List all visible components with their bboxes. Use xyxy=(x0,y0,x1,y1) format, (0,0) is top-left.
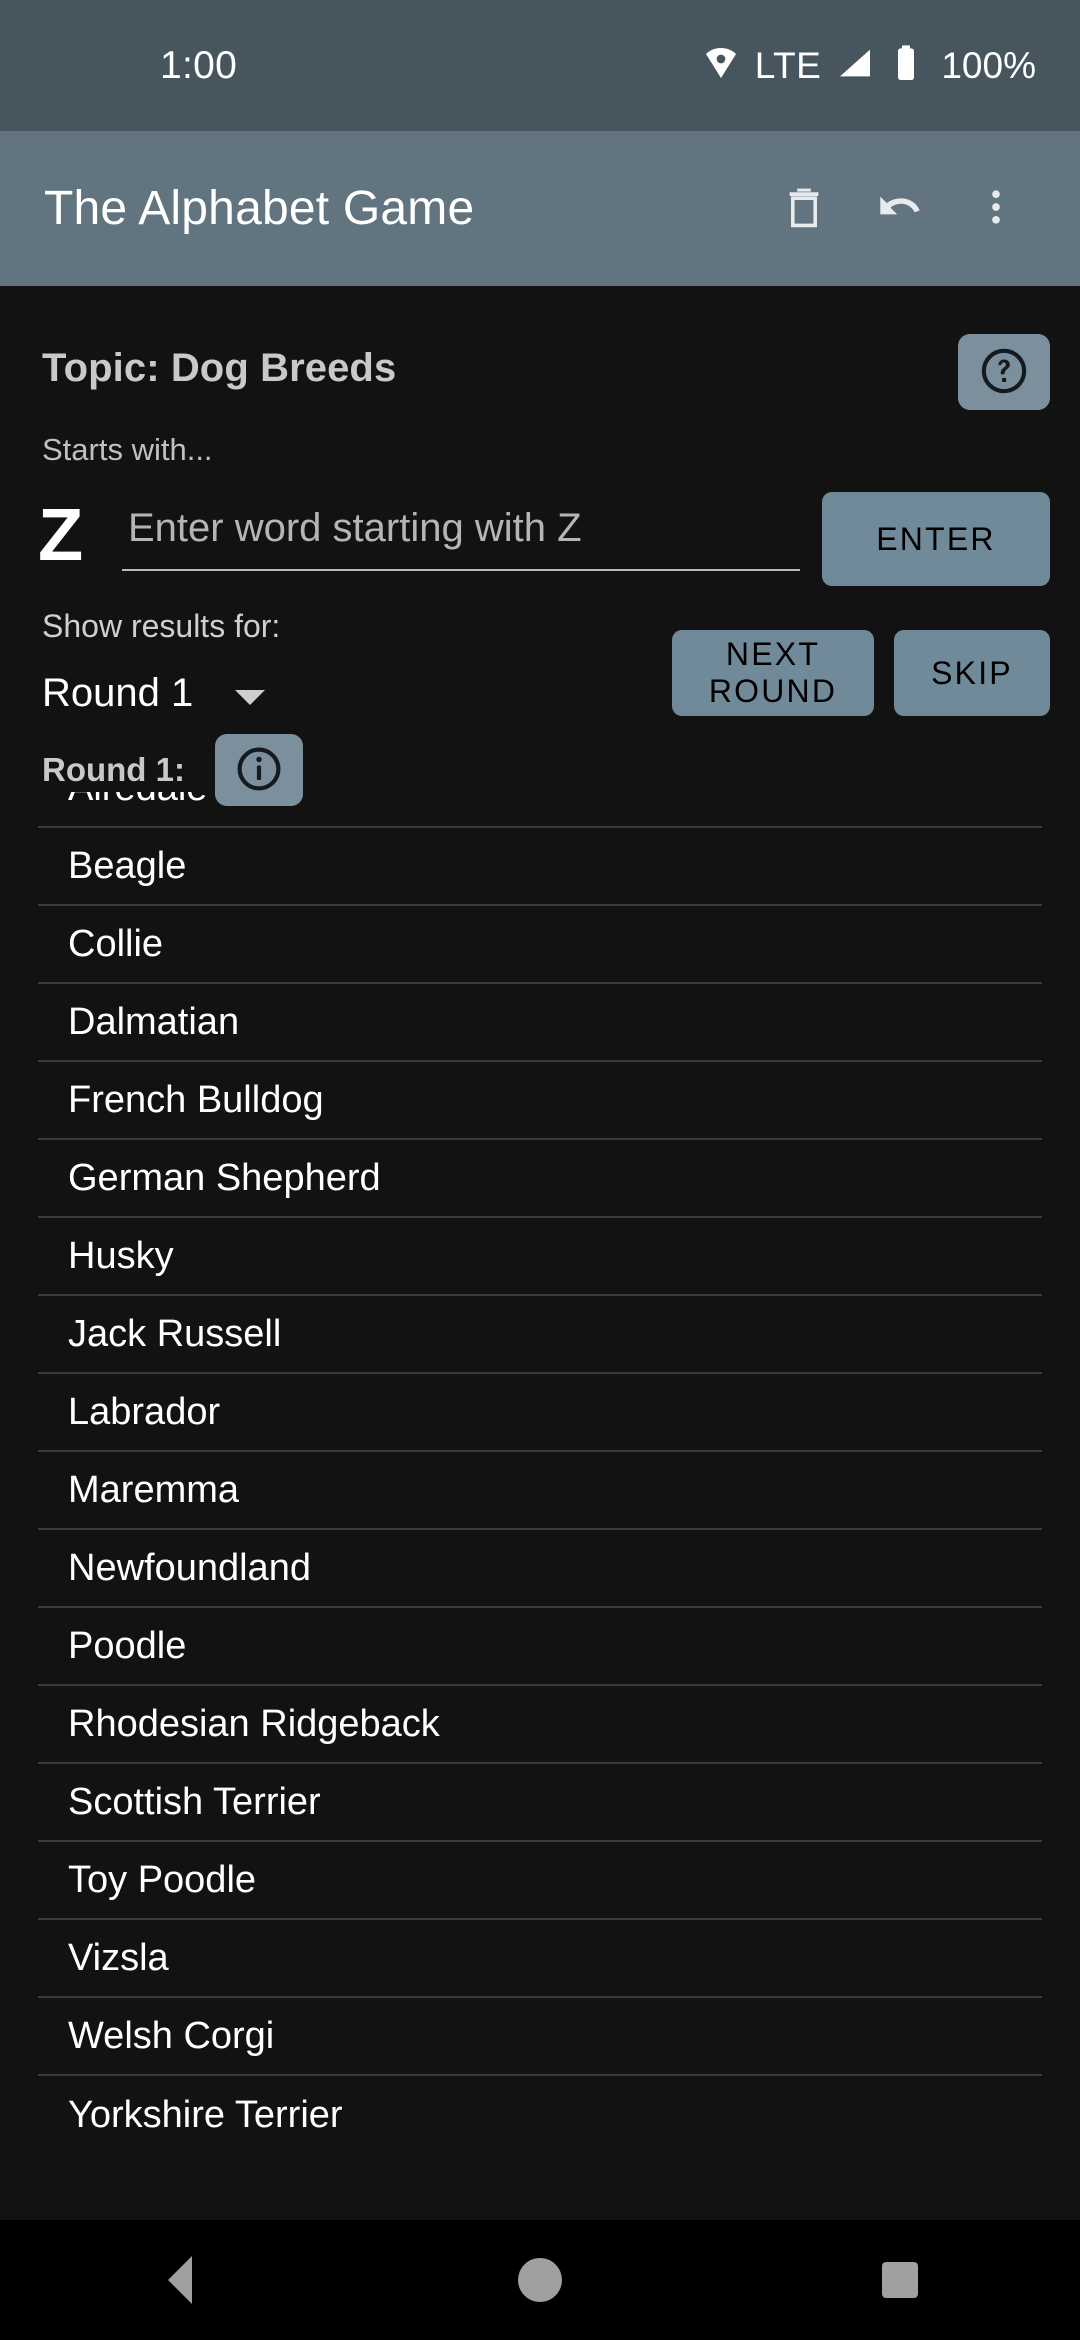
undo-button[interactable] xyxy=(852,161,948,257)
round-info-button[interactable] xyxy=(214,734,303,806)
list-item[interactable]: Scottish Terrier xyxy=(38,1764,1042,1842)
status-bar: 1:00 LTE 100% xyxy=(0,0,1080,131)
list-item[interactable]: Dalmatian xyxy=(38,984,1042,1062)
round-selector[interactable]: Round 1 xyxy=(42,671,280,716)
list-item[interactable]: French Bulldog xyxy=(38,1062,1042,1140)
list-item[interactable]: Husky xyxy=(38,1218,1042,1296)
circle-home-icon xyxy=(518,2258,562,2302)
app-bar: The Alphabet Game xyxy=(0,131,1080,286)
list-item[interactable]: Newfoundland xyxy=(38,1530,1042,1608)
round-header-label: Round 1: xyxy=(42,751,185,788)
list-item[interactable]: Jack Russell xyxy=(38,1296,1042,1374)
results-list: AiredaleBeagleCollieDalmatianFrench Bull… xyxy=(0,792,1080,2154)
next-round-button[interactable]: NEXT ROUND xyxy=(672,630,874,716)
topic-row: Topic: Dog Breeds xyxy=(0,286,1080,410)
battery-percent-label: 100% xyxy=(941,44,1036,86)
topic-title: Topic: Dog Breeds xyxy=(42,346,397,390)
results-list-scroll[interactable]: AiredaleBeagleCollieDalmatianFrench Bull… xyxy=(0,792,1080,2220)
more-vert-icon xyxy=(974,185,1018,232)
trash-icon xyxy=(780,183,828,234)
word-input[interactable] xyxy=(122,506,800,571)
system-nav-bar xyxy=(0,2220,1080,2340)
nav-back-button[interactable] xyxy=(90,2220,270,2340)
list-item-label: Dalmatian xyxy=(68,1000,240,1043)
list-item[interactable]: Labrador xyxy=(38,1374,1042,1452)
triangle-back-icon xyxy=(168,2256,192,2304)
skip-button[interactable]: SKIP xyxy=(894,630,1050,716)
starts-with-label: Starts with... xyxy=(42,432,213,467)
chevron-down-icon xyxy=(235,690,266,705)
list-item-label: Maremma xyxy=(68,1468,240,1511)
list-item-label: German Shepherd xyxy=(68,1156,381,1199)
word-entry-row: Z ENTER xyxy=(0,468,1080,586)
list-item-label: Husky xyxy=(68,1234,174,1277)
phone-screen: 1:00 LTE 100% The Alphabet Game Topic: D… xyxy=(0,0,1080,2340)
list-item[interactable]: Yorkshire Terrier xyxy=(38,2076,1042,2154)
square-recents-icon xyxy=(882,2262,918,2298)
list-item-label: French Bulldog xyxy=(68,1078,324,1121)
list-item-label: Welsh Corgi xyxy=(68,2014,275,2057)
wifi-icon xyxy=(701,43,741,88)
round-action-buttons: NEXT ROUND SKIP xyxy=(672,608,1050,716)
help-button[interactable] xyxy=(958,334,1050,410)
signal-icon xyxy=(835,43,875,88)
results-controls-row: Show results for: Round 1 NEXT ROUND SKI… xyxy=(0,586,1080,716)
list-item-label: Poodle xyxy=(68,1624,187,1667)
round-selector-value: Round 1 xyxy=(42,671,194,715)
battery-icon xyxy=(889,43,923,88)
results-selector-group: Show results for: Round 1 xyxy=(42,608,280,716)
current-letter: Z xyxy=(38,493,84,576)
list-item[interactable]: Beagle xyxy=(38,828,1042,906)
overflow-menu-button[interactable] xyxy=(948,161,1044,257)
list-item-label: Scottish Terrier xyxy=(68,1780,321,1823)
list-item[interactable]: Maremma xyxy=(38,1452,1042,1530)
undo-icon xyxy=(874,181,926,236)
main-content: Topic: Dog Breeds Starts with... Z ENTER xyxy=(0,286,1080,2220)
delete-button[interactable] xyxy=(756,161,852,257)
list-item-label: Toy Poodle xyxy=(68,1858,257,1901)
enter-button[interactable]: ENTER xyxy=(822,492,1050,586)
list-item-label: Newfoundland xyxy=(68,1546,311,1589)
list-item-label: Yorkshire Terrier xyxy=(68,2093,343,2136)
nav-recents-button[interactable] xyxy=(810,2220,990,2340)
app-bar-actions xyxy=(756,161,1044,257)
list-item-label: Vizsla xyxy=(68,1936,169,1979)
list-item[interactable]: Welsh Corgi xyxy=(38,1998,1042,2076)
list-item-label: Jack Russell xyxy=(68,1312,282,1355)
status-bar-indicators: LTE 100% xyxy=(701,43,1036,88)
list-item-label: Beagle xyxy=(68,844,187,887)
list-item[interactable]: Rhodesian Ridgeback xyxy=(38,1686,1042,1764)
list-item[interactable]: Poodle xyxy=(38,1608,1042,1686)
info-circle-icon xyxy=(234,744,284,797)
help-circle-icon xyxy=(978,345,1030,400)
list-item[interactable]: Toy Poodle xyxy=(38,1842,1042,1920)
network-type-label: LTE xyxy=(754,44,822,86)
app-title: The Alphabet Game xyxy=(44,182,475,235)
status-bar-clock: 1:00 xyxy=(160,43,238,87)
list-item[interactable]: Vizsla xyxy=(38,1920,1042,1998)
round-header-row: Round 1: xyxy=(0,716,1080,806)
list-item[interactable]: Collie xyxy=(38,906,1042,984)
list-item-label: Collie xyxy=(68,922,164,965)
show-results-label: Show results for: xyxy=(42,608,281,644)
nav-home-button[interactable] xyxy=(450,2220,630,2340)
list-item-label: Labrador xyxy=(68,1390,221,1433)
list-item-label: Rhodesian Ridgeback xyxy=(68,1702,440,1745)
list-item[interactable]: German Shepherd xyxy=(38,1140,1042,1218)
word-input-wrapper xyxy=(122,492,800,571)
